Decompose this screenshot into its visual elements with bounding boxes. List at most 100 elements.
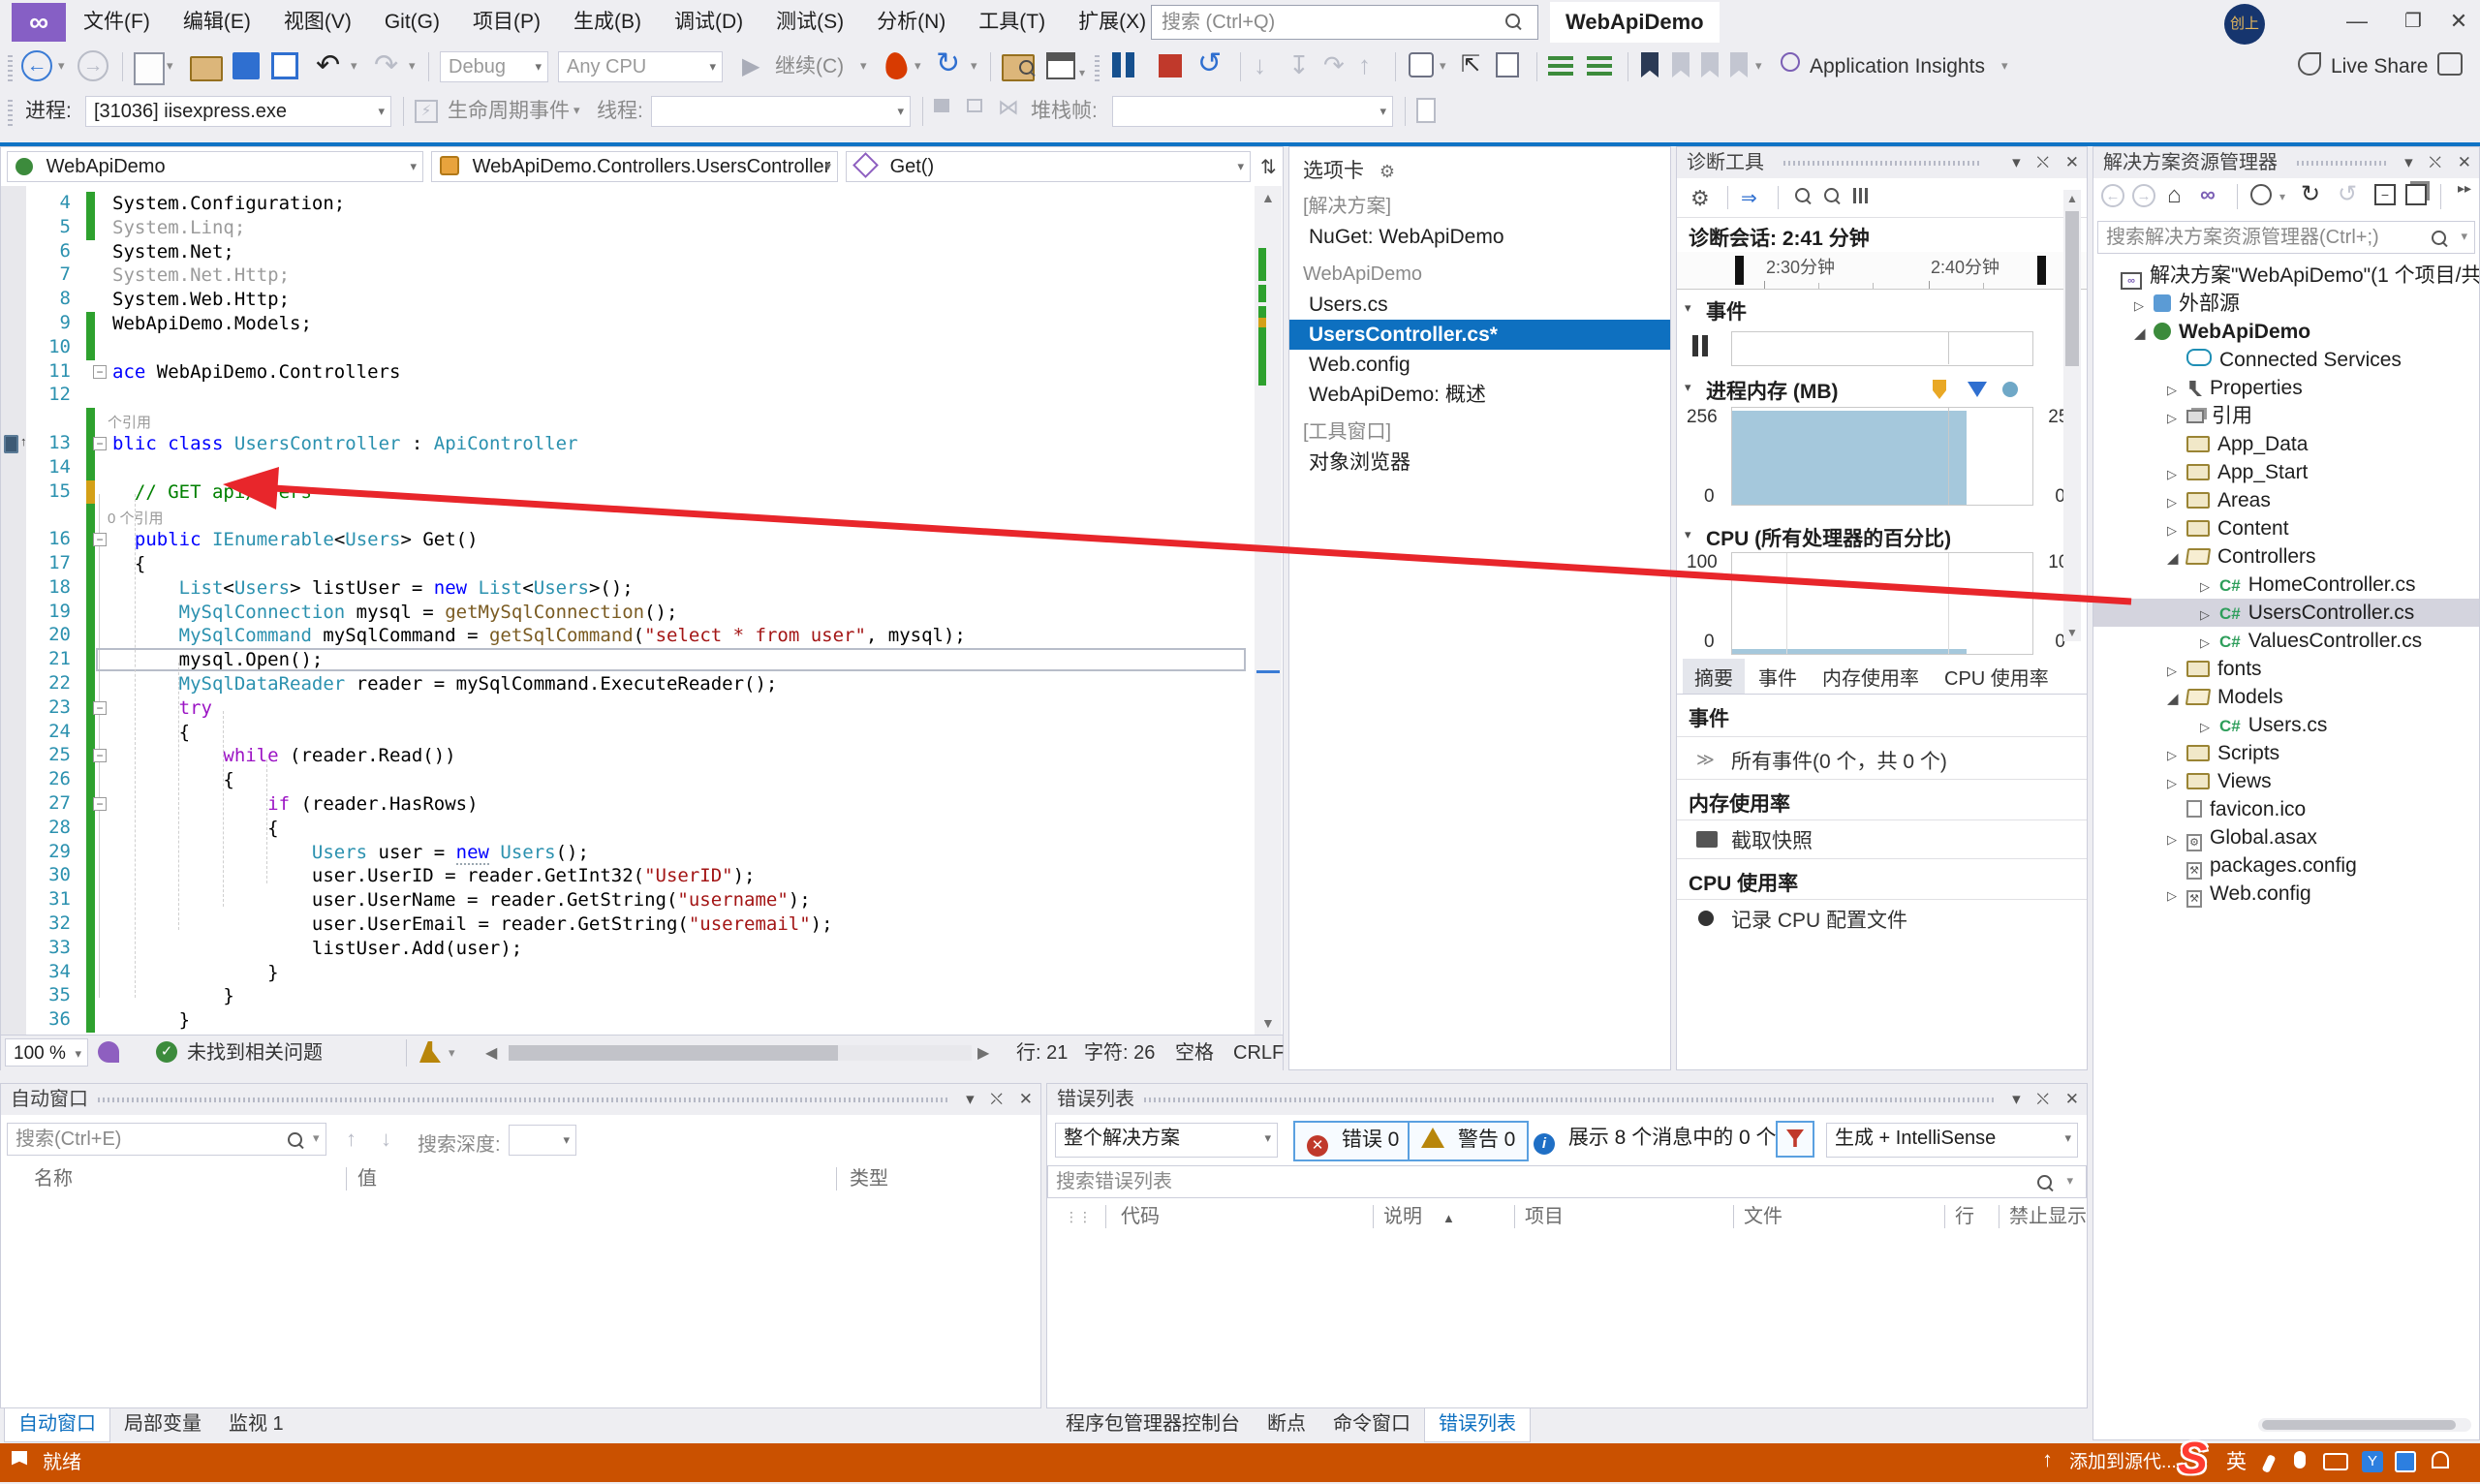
tree-item-Views[interactable]: ▷Views (2093, 767, 2479, 795)
margin-glyph-icon[interactable] (4, 435, 18, 453)
close-icon[interactable]: ✕ (2065, 1090, 2079, 1108)
code-line-36[interactable]: 36 } (1, 1008, 1254, 1033)
code-line-17[interactable]: 17 { (1, 552, 1254, 576)
filter-button[interactable] (1776, 1121, 1814, 1158)
code-map-icon[interactable] (1496, 52, 1519, 77)
code-line-20[interactable]: 20 MySqlCommand mySqlCommand = getSqlCom… (1, 624, 1254, 648)
tree-item-Properties[interactable]: ▷Properties (2093, 374, 2479, 402)
tree-item-Users.cs[interactable]: ▷C#Users.cs (2093, 711, 2479, 739)
code-line-10[interactable]: 10 (1, 336, 1254, 360)
expander-icon[interactable]: ▷ (2167, 769, 2186, 797)
col-project[interactable]: 项目 (1525, 1200, 1564, 1233)
indent-increase-icon[interactable] (1587, 54, 1612, 76)
hot-reload-caret[interactable]: ▾ (914, 58, 921, 74)
pin-icon[interactable]: ⛌ (990, 1090, 1003, 1108)
code-line-23[interactable]: 23− try (1, 696, 1254, 721)
live-share-label[interactable]: Live Share (2331, 45, 2428, 89)
hot-reload-flame-icon[interactable] (884, 51, 909, 81)
diag-scroll-up-icon[interactable]: ▲ (2066, 192, 2078, 205)
document-tab-NuGetWebApiDemo[interactable]: NuGet: WebApiDemo (1289, 222, 1670, 252)
search-icon[interactable] (1505, 14, 1520, 28)
tree-item-[interactable]: ▷引用 (2093, 402, 2479, 430)
tree-item-packages.config[interactable]: ⚒packages.config (2093, 851, 2479, 880)
app-insights-label[interactable]: Application Insights (1810, 45, 1985, 89)
zoom-in-icon[interactable] (1795, 188, 1810, 202)
memory-chart[interactable] (1731, 407, 2033, 506)
switch-views-icon[interactable]: ∞ (2200, 182, 2216, 207)
expander-icon[interactable]: ▷ (2167, 741, 2186, 769)
pointer-icon[interactable]: ⇱ (1461, 50, 1480, 78)
fold-collapse-box[interactable]: − (93, 365, 107, 379)
filter-caret[interactable]: ▾ (2279, 190, 2285, 203)
error-list-title-bar[interactable]: 错误列表 ▾ ⛌ ✕ (1047, 1084, 2087, 1115)
pin-icon[interactable]: ⛌ (2429, 153, 2441, 171)
code-line-29[interactable]: 29 Users user = new Users(); (1, 841, 1254, 865)
process-combo[interactable]: [31036] iisexpress.exe▾ (85, 96, 391, 127)
save-all-icon[interactable] (271, 52, 298, 79)
document-tab-Users.cs[interactable]: Users.cs (1289, 290, 1670, 320)
autos-search-input[interactable] (7, 1123, 326, 1156)
solution-explorer-title-bar[interactable]: 解决方案资源管理器 ▾ ⛌ ✕ (2093, 147, 2479, 178)
document-tab-[interactable]: 对象浏览器 (1289, 448, 1670, 478)
codelens-references[interactable]: 个引用 (108, 412, 151, 432)
live-share-icon[interactable] (2298, 52, 2321, 76)
restart-debug-icon[interactable]: ↺ (1197, 46, 1222, 80)
collapse-all-icon[interactable]: − (2374, 184, 2396, 205)
hscroll-right-icon[interactable]: ▶ (977, 1043, 989, 1063)
document-tab-Web.config[interactable]: Web.config (1289, 350, 1670, 380)
window-position-caret-icon[interactable]: ▾ (966, 1090, 975, 1108)
camera-icon[interactable] (1696, 831, 1718, 848)
restart-caret[interactable]: ▾ (971, 58, 977, 74)
tree-item-App_Data[interactable]: App_Data (2093, 430, 2479, 458)
code-line-5[interactable]: 5System.Linq; (1, 216, 1254, 240)
messages-toggle-button[interactable]: i 展示 8 个消息中的 0 个 (1524, 1121, 1786, 1158)
code-line-30[interactable]: 30 user.UserID = reader.GetInt32("UserID… (1, 864, 1254, 888)
expander-icon[interactable]: ▷ (2167, 881, 2186, 910)
diag-tab-2[interactable]: 内存使用率 (1811, 659, 1931, 695)
code-line-22[interactable]: 22 MySqlDataReader reader = mySqlCommand… (1, 672, 1254, 696)
code-line-16[interactable]: 16− public IEnumerable<Users> Get() (1, 528, 1254, 552)
code-line-26[interactable]: 26 { (1, 768, 1254, 792)
search-icon[interactable] (288, 1132, 302, 1147)
restart-icon[interactable]: ↻ (936, 46, 960, 80)
ime-mic-icon[interactable] (2294, 1451, 2306, 1469)
navigate-back-icon[interactable]: ← (21, 50, 52, 81)
navbar-project-combo[interactable]: WebApiDemo▾ (7, 151, 423, 182)
menu-4[interactable]: 项目(P) (473, 11, 541, 33)
memory-collapse-icon[interactable]: ▾ (1685, 380, 1704, 395)
col-value[interactable]: 值 (357, 1163, 377, 1194)
expander-icon[interactable]: ◢ (2167, 685, 2186, 713)
code-line-8[interactable]: 8System.Web.Http; (1, 288, 1254, 312)
expander-icon[interactable]: ◢ (2134, 320, 2154, 348)
code-line-32[interactable]: 32 user.UserEmail = reader.GetString("us… (1, 912, 1254, 937)
undo-caret[interactable]: ▾ (351, 58, 357, 74)
expander-icon[interactable]: ▷ (2167, 825, 2186, 853)
timeline-ruler[interactable]: 2:30分钟 2:40分钟 (1677, 252, 2087, 290)
se-hscroll-thumb[interactable] (2262, 1420, 2456, 1430)
autos-tab-0[interactable]: 自动窗口 (4, 1408, 110, 1442)
browser-window-icon[interactable] (1046, 52, 1075, 79)
selection-end-handle[interactable] (2037, 256, 2046, 285)
ime-grid-icon[interactable] (2395, 1451, 2416, 1472)
tree-item-Models[interactable]: ◢Models (2093, 683, 2479, 711)
col-suppress[interactable]: 禁止显示 (2009, 1200, 2087, 1233)
code-line-25[interactable]: 25− while (reader.Read()) (1, 744, 1254, 768)
debug-target-combo[interactable]: Debug▾ (440, 51, 548, 82)
editor-vscrollbar[interactable]: ▲ ▼ (1255, 186, 1282, 1035)
tree-item-WebApiDemo[interactable]: ◢WebApiDemo (2093, 318, 2479, 346)
menu-10[interactable]: 扩展(X) (1078, 11, 1146, 33)
expander-icon[interactable]: ▷ (2167, 488, 2186, 516)
errors-toggle-button[interactable]: ✕ 错误 0 (1293, 1121, 1412, 1161)
bookmark-caret[interactable]: ▾ (1755, 58, 1762, 74)
home-icon[interactable]: ⌂ (2167, 182, 2182, 209)
cpu-collapse-icon[interactable]: ▾ (1685, 527, 1704, 542)
error-search-input[interactable] (1047, 1165, 2087, 1198)
avatar[interactable]: 创上 (2224, 4, 2265, 45)
open-folder-icon[interactable] (190, 56, 223, 81)
gear-icon[interactable]: ⚙ (1380, 162, 1395, 181)
col-name[interactable]: 名称 (34, 1163, 73, 1194)
close-button[interactable]: ✕ (2437, 0, 2480, 45)
code-line-34[interactable]: 34 } (1, 961, 1254, 985)
code-line-4[interactable]: 4System.Configuration; (1, 192, 1254, 216)
autos-title-bar[interactable]: 自动窗口 ▾ ⛌ ✕ (1, 1084, 1040, 1115)
